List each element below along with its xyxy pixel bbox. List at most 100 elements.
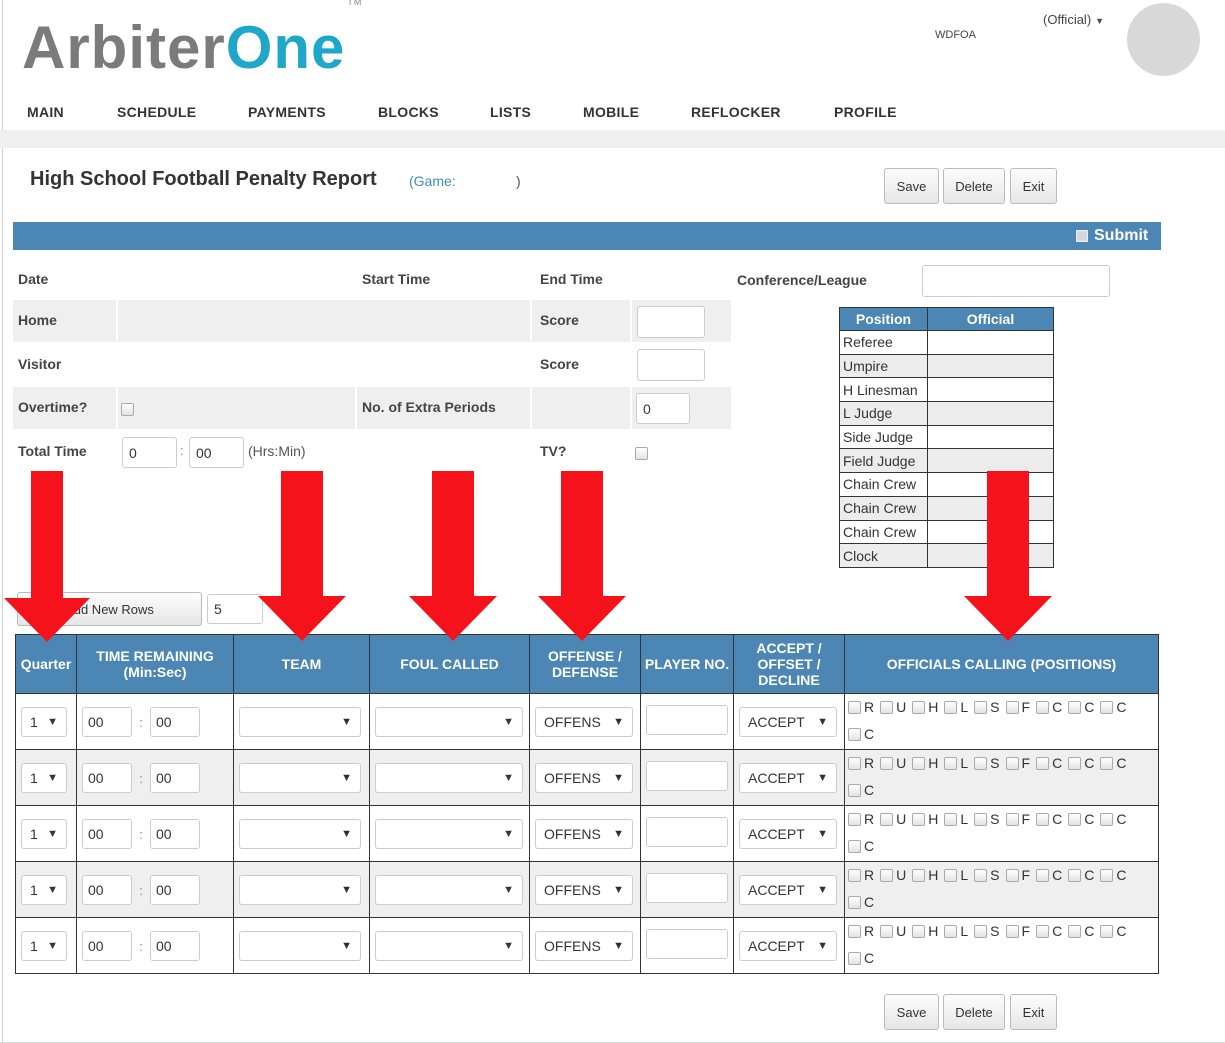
- official-calling-option[interactable]: C: [1100, 919, 1126, 944]
- official-calling-option[interactable]: C: [848, 778, 874, 803]
- official-calling-checkbox[interactable]: [1100, 756, 1114, 770]
- official-calling-checkbox[interactable]: [1068, 868, 1082, 882]
- arbiterone-logo[interactable]: ArbiterOneTM: [22, 0, 362, 84]
- offense-defense-select[interactable]: OFFENS ▼: [535, 706, 633, 737]
- save-button-bottom[interactable]: Save: [884, 994, 939, 1030]
- submit-checkbox[interactable]: [1076, 230, 1088, 242]
- official-calling-option[interactable]: U: [880, 919, 906, 944]
- decision-select[interactable]: ACCEPT ▼: [739, 706, 837, 737]
- official-calling-option[interactable]: C: [848, 722, 874, 747]
- official-calling-checkbox[interactable]: [1068, 924, 1082, 938]
- official-calling-checkbox[interactable]: [912, 924, 926, 938]
- official-calling-option[interactable]: S: [974, 919, 1000, 944]
- official-calling-checkbox[interactable]: [880, 924, 894, 938]
- official-calling-option[interactable]: H: [912, 751, 938, 776]
- minutes-input[interactable]: 00: [82, 930, 132, 961]
- seconds-input[interactable]: 00: [150, 762, 200, 793]
- official-calling-checkbox[interactable]: [1068, 756, 1082, 770]
- quarter-select[interactable]: 1 ▼: [21, 818, 67, 849]
- official-calling-checkbox[interactable]: [1005, 924, 1019, 938]
- official-calling-checkbox[interactable]: [848, 924, 861, 938]
- official-calling-option[interactable]: C: [1036, 863, 1062, 888]
- official-calling-checkbox[interactable]: [974, 868, 988, 882]
- official-calling-option[interactable]: S: [974, 807, 1000, 832]
- official-calling-option[interactable]: F: [1005, 807, 1030, 832]
- exit-button[interactable]: Exit: [1010, 168, 1057, 204]
- official-calling-option[interactable]: C: [1100, 863, 1126, 888]
- official-cell[interactable]: [927, 424, 1054, 450]
- quarter-select[interactable]: 1 ▼: [21, 930, 67, 961]
- foul-select[interactable]: ▼: [375, 818, 523, 849]
- official-calling-option[interactable]: C: [848, 890, 874, 915]
- official-calling-option[interactable]: S: [974, 695, 1000, 720]
- delete-button[interactable]: Delete: [943, 168, 1005, 204]
- official-calling-checkbox[interactable]: [1036, 700, 1050, 714]
- save-button[interactable]: Save: [884, 168, 939, 204]
- official-calling-option[interactable]: L: [944, 919, 968, 944]
- official-calling-option[interactable]: F: [1005, 695, 1030, 720]
- official-calling-checkbox[interactable]: [848, 727, 861, 741]
- minutes-input[interactable]: 00: [82, 818, 132, 849]
- official-calling-option[interactable]: C: [1036, 807, 1062, 832]
- home-score-input[interactable]: [637, 306, 705, 338]
- official-calling-checkbox[interactable]: [974, 756, 988, 770]
- official-calling-option[interactable]: F: [1005, 863, 1030, 888]
- official-calling-option[interactable]: R: [848, 807, 874, 832]
- player-number-input[interactable]: [646, 761, 728, 791]
- offense-defense-select[interactable]: OFFENS ▼: [535, 874, 633, 905]
- official-calling-option[interactable]: F: [1005, 919, 1030, 944]
- seconds-input[interactable]: 00: [150, 874, 200, 905]
- official-calling-checkbox[interactable]: [848, 839, 861, 853]
- official-calling-checkbox[interactable]: [944, 756, 958, 770]
- official-calling-option[interactable]: C: [848, 946, 874, 971]
- official-calling-checkbox[interactable]: [1005, 868, 1019, 882]
- official-calling-checkbox[interactable]: [1068, 812, 1082, 826]
- official-calling-checkbox[interactable]: [1036, 812, 1050, 826]
- official-calling-checkbox[interactable]: [1100, 812, 1114, 826]
- official-calling-option[interactable]: F: [1005, 751, 1030, 776]
- offense-defense-select[interactable]: OFFENS ▼: [535, 930, 633, 961]
- team-select[interactable]: ▼: [239, 874, 361, 905]
- official-cell[interactable]: [927, 377, 1054, 403]
- official-calling-option[interactable]: C: [1068, 807, 1094, 832]
- official-calling-checkbox[interactable]: [974, 700, 988, 714]
- offense-defense-select[interactable]: OFFENS ▼: [535, 762, 633, 793]
- overtime-checkbox[interactable]: [121, 403, 134, 416]
- official-calling-option[interactable]: C: [848, 834, 874, 859]
- official-calling-option[interactable]: H: [912, 807, 938, 832]
- official-calling-checkbox[interactable]: [974, 812, 988, 826]
- official-cell[interactable]: [927, 330, 1054, 355]
- official-calling-option[interactable]: C: [1100, 751, 1126, 776]
- nav-blocks[interactable]: BLOCKS: [378, 104, 439, 120]
- official-calling-option[interactable]: C: [1068, 751, 1094, 776]
- minutes-input[interactable]: 00: [82, 762, 132, 793]
- official-calling-option[interactable]: C: [1068, 919, 1094, 944]
- official-calling-checkbox[interactable]: [1036, 924, 1050, 938]
- extra-periods-input[interactable]: 0: [636, 393, 690, 424]
- official-calling-option[interactable]: R: [848, 919, 874, 944]
- minutes-input[interactable]: 00: [82, 874, 132, 905]
- official-calling-checkbox[interactable]: [848, 700, 861, 714]
- delete-button-bottom[interactable]: Delete: [943, 994, 1005, 1030]
- official-calling-checkbox[interactable]: [1100, 924, 1114, 938]
- official-calling-option[interactable]: S: [974, 751, 1000, 776]
- nav-mobile[interactable]: MOBILE: [583, 104, 639, 120]
- official-calling-checkbox[interactable]: [880, 756, 894, 770]
- decision-select[interactable]: ACCEPT ▼: [739, 930, 837, 961]
- new-rows-count-input[interactable]: 5: [207, 594, 263, 624]
- official-calling-checkbox[interactable]: [974, 924, 988, 938]
- official-calling-checkbox[interactable]: [1005, 700, 1019, 714]
- official-calling-checkbox[interactable]: [880, 812, 894, 826]
- official-calling-option[interactable]: U: [880, 751, 906, 776]
- official-calling-checkbox[interactable]: [912, 868, 926, 882]
- official-calling-option[interactable]: C: [1036, 919, 1062, 944]
- decision-select[interactable]: ACCEPT ▼: [739, 818, 837, 849]
- player-number-input[interactable]: [646, 817, 728, 847]
- nav-reflocker[interactable]: REFLOCKER: [691, 104, 781, 120]
- official-calling-option[interactable]: H: [912, 919, 938, 944]
- decision-select[interactable]: ACCEPT ▼: [739, 874, 837, 905]
- player-number-input[interactable]: [646, 873, 728, 903]
- official-cell[interactable]: [927, 353, 1054, 379]
- official-calling-checkbox[interactable]: [1005, 756, 1019, 770]
- official-calling-checkbox[interactable]: [1036, 756, 1050, 770]
